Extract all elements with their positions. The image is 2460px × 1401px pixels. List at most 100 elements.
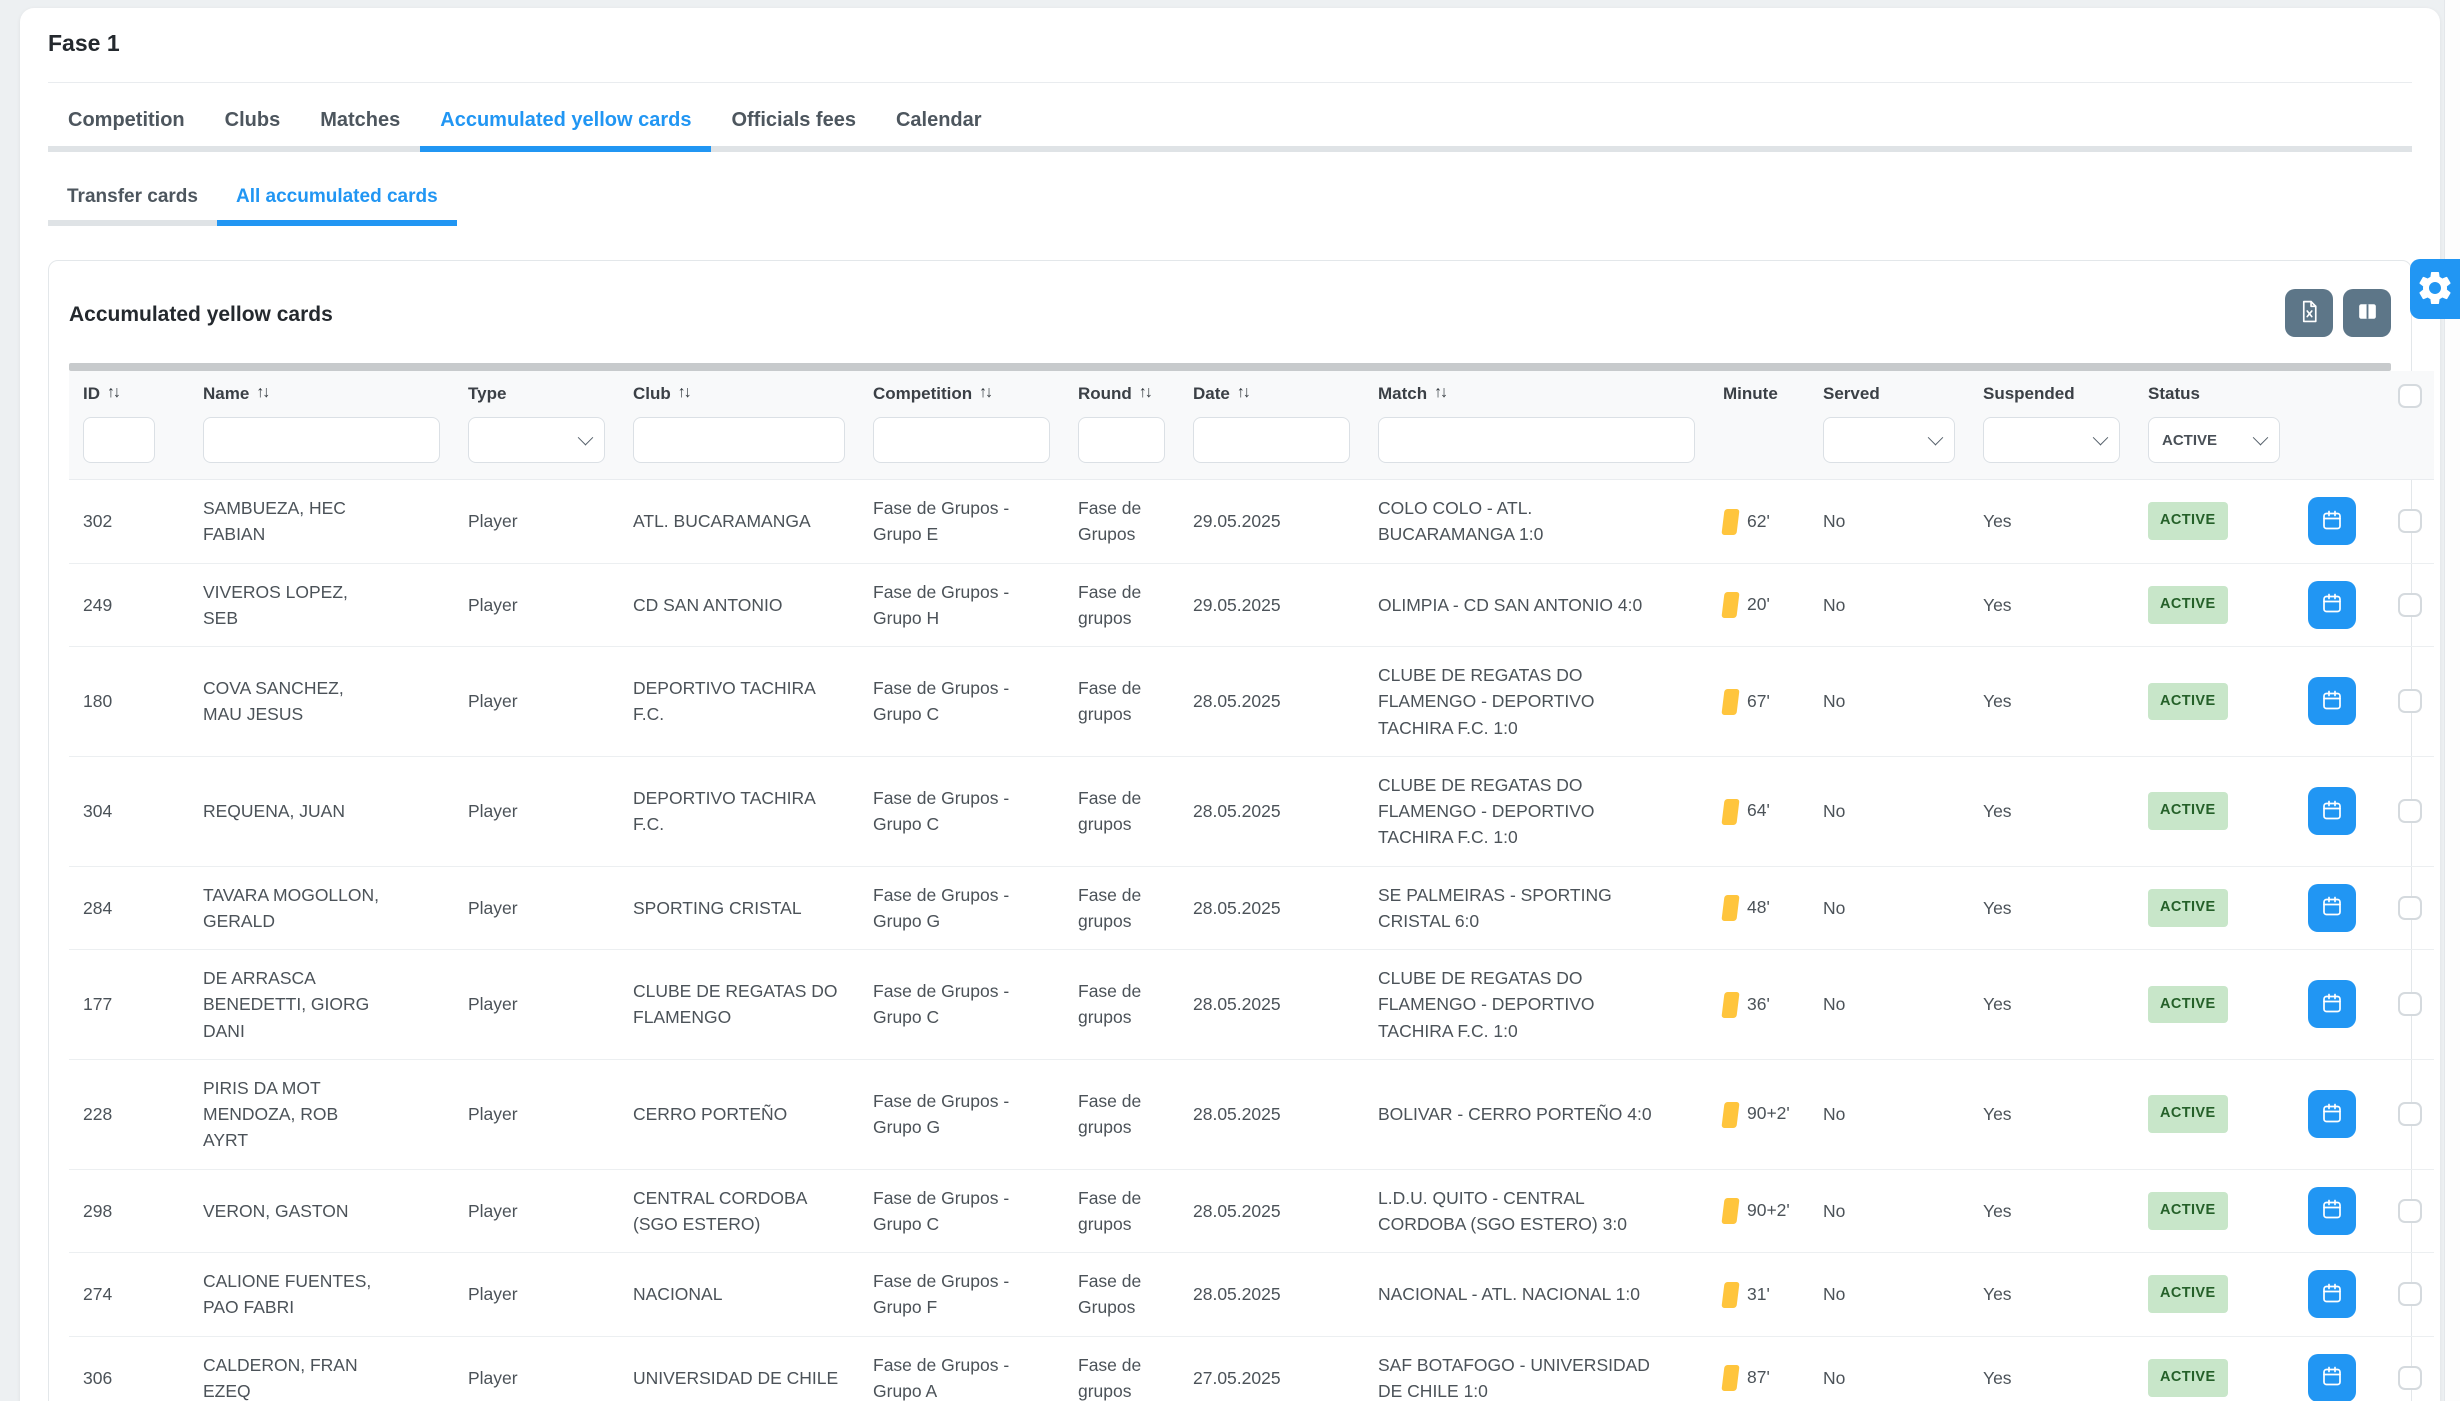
table-row: 302SAMBUEZA, HEC FABIANPlayerATL. BUCARA… bbox=[69, 480, 2434, 564]
cell-date: 28.05.2025 bbox=[1179, 866, 1364, 950]
column-header-match[interactable]: Match↑↓ bbox=[1364, 371, 1709, 408]
cell-match: BOLIVAR - CERRO PORTEÑO 4:0 bbox=[1364, 1059, 1709, 1169]
cell-competition: Fase de Grupos - Grupo A bbox=[859, 1336, 1064, 1401]
name-value: SAMBUEZA, HEC FABIAN bbox=[203, 498, 346, 544]
cell-minute: 64' bbox=[1709, 756, 1809, 866]
row-checkbox[interactable] bbox=[2398, 509, 2422, 533]
cell-actions bbox=[2294, 1336, 2384, 1401]
competition-value: Fase de Grupos - Grupo C bbox=[873, 1188, 1009, 1234]
columns-button[interactable] bbox=[2343, 289, 2391, 337]
name-filter-input[interactable] bbox=[203, 417, 440, 463]
filter-minute bbox=[1709, 408, 1809, 480]
row-calendar-button[interactable] bbox=[2308, 1090, 2356, 1138]
sort-icon[interactable]: ↑↓ bbox=[1139, 384, 1151, 402]
type-filter-select[interactable] bbox=[468, 417, 605, 463]
cell-date: 29.05.2025 bbox=[1179, 480, 1364, 564]
tab-matches[interactable]: Matches bbox=[300, 97, 420, 152]
select-all-checkbox[interactable] bbox=[2398, 384, 2422, 408]
cell-type: Player bbox=[454, 563, 619, 647]
id-filter-input[interactable] bbox=[83, 417, 155, 463]
filter-club bbox=[619, 408, 859, 480]
suspended-value: Yes bbox=[1983, 898, 2012, 918]
type-value: Player bbox=[468, 511, 518, 531]
row-calendar-button[interactable] bbox=[2308, 677, 2356, 725]
filter-type bbox=[454, 408, 619, 480]
tab-calendar[interactable]: Calendar bbox=[876, 97, 1002, 152]
row-calendar-button[interactable] bbox=[2308, 581, 2356, 629]
row-calendar-button[interactable] bbox=[2308, 1270, 2356, 1318]
status-filter-select[interactable]: ACTIVE bbox=[2148, 417, 2280, 463]
suspended-filter-select[interactable] bbox=[1983, 417, 2120, 463]
cell-served: No bbox=[1809, 563, 1969, 647]
row-calendar-button[interactable] bbox=[2308, 1187, 2356, 1235]
sort-icon[interactable]: ↑↓ bbox=[979, 384, 991, 402]
cell-served: No bbox=[1809, 756, 1969, 866]
suspended-value: Yes bbox=[1983, 1104, 2012, 1124]
calendar-icon bbox=[2320, 508, 2344, 535]
match-filter-input[interactable] bbox=[1378, 417, 1695, 463]
cell-type: Player bbox=[454, 1059, 619, 1169]
name-value: CALDERON, FRAN EZEQ bbox=[203, 1355, 358, 1401]
club-value: SPORTING CRISTAL bbox=[633, 898, 802, 918]
sort-icon[interactable]: ↑↓ bbox=[1237, 384, 1249, 402]
competition-filter-input[interactable] bbox=[873, 417, 1050, 463]
row-checkbox[interactable] bbox=[2398, 896, 2422, 920]
row-checkbox[interactable] bbox=[2398, 689, 2422, 713]
cell-actions bbox=[2294, 756, 2384, 866]
column-header-name[interactable]: Name↑↓ bbox=[189, 371, 454, 408]
cell-served: No bbox=[1809, 866, 1969, 950]
date-value: 28.05.2025 bbox=[1193, 1284, 1281, 1304]
row-checkbox[interactable] bbox=[2398, 1199, 2422, 1223]
row-checkbox[interactable] bbox=[2398, 1366, 2422, 1390]
round-filter-input[interactable] bbox=[1078, 417, 1165, 463]
column-header-competition[interactable]: Competition↑↓ bbox=[859, 371, 1064, 408]
sort-icon[interactable]: ↑↓ bbox=[1434, 384, 1446, 402]
filter-id bbox=[69, 408, 189, 480]
row-calendar-button[interactable] bbox=[2308, 497, 2356, 545]
tab-clubs[interactable]: Clubs bbox=[205, 97, 301, 152]
served-value: No bbox=[1823, 1201, 1845, 1221]
row-calendar-button[interactable] bbox=[2308, 787, 2356, 835]
status-badge: ACTIVE bbox=[2148, 889, 2228, 927]
tab-label: Competition bbox=[68, 109, 185, 131]
tab-accumulated-yellow-cards[interactable]: Accumulated yellow cards bbox=[420, 97, 711, 152]
row-checkbox[interactable] bbox=[2398, 992, 2422, 1016]
row-calendar-button[interactable] bbox=[2308, 980, 2356, 1028]
filter-select bbox=[2384, 408, 2434, 480]
competition-value: Fase de Grupos - Grupo A bbox=[873, 1355, 1009, 1401]
served-filter-select[interactable] bbox=[1823, 417, 1955, 463]
export-excel-button[interactable] bbox=[2285, 289, 2333, 337]
horizontal-scrollbar[interactable] bbox=[69, 363, 2391, 371]
sort-icon[interactable]: ↑↓ bbox=[256, 384, 268, 402]
status-badge: ACTIVE bbox=[2148, 1095, 2228, 1133]
column-header-round[interactable]: Round↑↓ bbox=[1064, 371, 1179, 408]
cell-round: Fase de grupos bbox=[1064, 647, 1179, 757]
row-checkbox[interactable] bbox=[2398, 1282, 2422, 1306]
competition-value: Fase de Grupos - Grupo C bbox=[873, 981, 1009, 1027]
tab-officials-fees[interactable]: Officials fees bbox=[711, 97, 876, 152]
competition-value: Fase de Grupos - Grupo C bbox=[873, 788, 1009, 834]
vertical-scrollbar[interactable] bbox=[2444, 0, 2460, 1401]
cell-date: 28.05.2025 bbox=[1179, 1169, 1364, 1253]
settings-button[interactable] bbox=[2410, 259, 2460, 319]
column-header-date[interactable]: Date↑↓ bbox=[1179, 371, 1364, 408]
type-value: Player bbox=[468, 801, 518, 821]
tab-label: Calendar bbox=[896, 109, 982, 131]
column-header-type: Type bbox=[454, 371, 619, 408]
column-header-id[interactable]: ID↑↓ bbox=[69, 371, 189, 408]
column-header-club[interactable]: Club↑↓ bbox=[619, 371, 859, 408]
cell-suspended: Yes bbox=[1969, 1253, 2134, 1337]
sort-icon[interactable]: ↑↓ bbox=[107, 384, 119, 402]
row-calendar-button[interactable] bbox=[2308, 884, 2356, 932]
row-checkbox[interactable] bbox=[2398, 799, 2422, 823]
tab-transfer-cards[interactable]: Transfer cards bbox=[48, 176, 217, 226]
row-checkbox[interactable] bbox=[2398, 593, 2422, 617]
club-filter-input[interactable] bbox=[633, 417, 845, 463]
tab-all-accumulated-cards[interactable]: All accumulated cards bbox=[217, 176, 457, 226]
row-checkbox[interactable] bbox=[2398, 1102, 2422, 1126]
sort-icon[interactable]: ↑↓ bbox=[678, 384, 690, 402]
row-calendar-button[interactable] bbox=[2308, 1354, 2356, 1401]
competition-value: Fase de Grupos - Grupo F bbox=[873, 1271, 1009, 1317]
date-filter-input[interactable] bbox=[1193, 417, 1350, 463]
tab-competition[interactable]: Competition bbox=[48, 97, 205, 152]
